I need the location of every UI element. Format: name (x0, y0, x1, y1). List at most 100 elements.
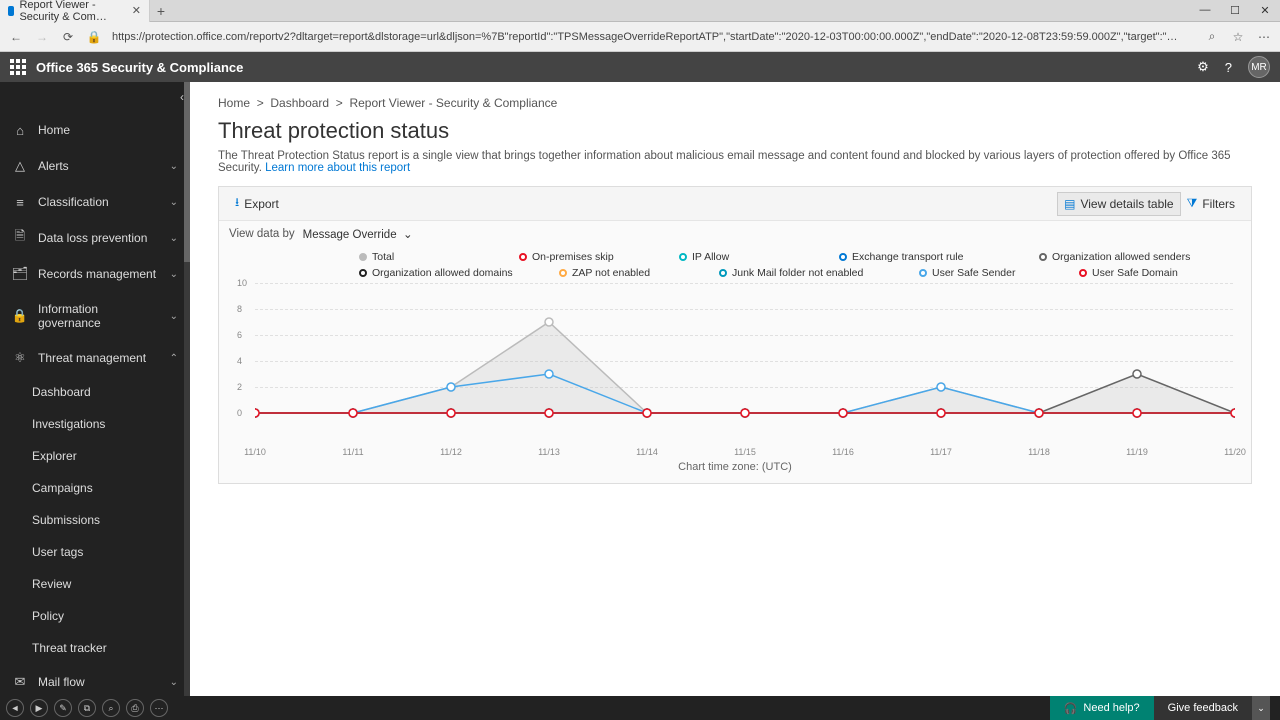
mail-icon: ✉ (12, 674, 28, 690)
chart-card: ⭳Export ▤View details table ⧩Filters Vie… (218, 186, 1252, 484)
sidebar-subitem-campaigns[interactable]: Campaigns (0, 472, 190, 504)
reader-icon[interactable]: ⌕ (1204, 29, 1220, 44)
breadcrumb: Home > Dashboard > Report Viewer - Secur… (218, 96, 1252, 110)
legend-item[interactable]: Total (359, 251, 489, 263)
sidebar-subitem-threat-tracker[interactable]: Threat tracker (0, 632, 190, 664)
home-icon: ⌂ (12, 122, 28, 138)
tab-title: Report Viewer - Security & Com… (19, 0, 126, 23)
filters-button[interactable]: ⧩Filters (1181, 192, 1241, 215)
legend-dot-icon (1039, 253, 1047, 261)
legend-dot-icon (359, 253, 367, 261)
y-tick-label: 0 (237, 408, 242, 418)
main-content: Home > Dashboard > Report Viewer - Secur… (190, 82, 1280, 696)
legend-item[interactable]: User Safe Domain (1079, 267, 1209, 279)
legend-item[interactable]: Exchange transport rule (839, 251, 1009, 263)
legend-dot-icon (839, 253, 847, 261)
view-details-button[interactable]: ▤View details table (1057, 192, 1181, 216)
sidebar-item-information-governance[interactable]: 🔒Information governance⌄ (0, 292, 190, 340)
close-tab-icon[interactable]: ✕ (132, 4, 141, 17)
learn-more-link[interactable]: Learn more about this report (265, 162, 410, 174)
chevron-up-icon: ⌃ (170, 353, 178, 364)
feedback-chevron-icon[interactable]: ⌄ (1252, 696, 1270, 720)
legend-item[interactable]: Organization allowed senders (1039, 251, 1209, 263)
legend-item[interactable]: On-premises skip (519, 251, 649, 263)
chevron-down-icon: ⌄ (170, 311, 178, 322)
sidebar-subitem-user-tags[interactable]: User tags (0, 536, 190, 568)
favorite-icon[interactable]: ☆ (1230, 30, 1246, 44)
nav-refresh-icon[interactable]: ⟳ (60, 30, 76, 44)
footer-copy-icon[interactable]: ⧉ (78, 699, 96, 717)
sidebar-subitem-dashboard[interactable]: Dashboard (0, 376, 190, 408)
chevron-down-icon: ⌄ (170, 233, 178, 244)
footer-more-icon[interactable]: ⋯ (150, 699, 168, 717)
legend-item[interactable]: ZAP not enabled (559, 267, 689, 279)
breadcrumb-dashboard[interactable]: Dashboard (270, 96, 329, 110)
sidebar-subitem-policy[interactable]: Policy (0, 600, 190, 632)
dlp-icon: 🗎 (12, 230, 28, 246)
view-by-label: View data by (229, 228, 295, 240)
lock-icon: 🔒 (12, 308, 28, 324)
window-minimize-icon[interactable]: — (1190, 4, 1220, 17)
view-by-dropdown[interactable]: Message Override ⌄ (303, 227, 413, 241)
export-button[interactable]: ⭳Export (229, 189, 285, 218)
footer-prev-icon[interactable]: ◄ (6, 699, 24, 717)
nav-forward-icon[interactable]: → (34, 30, 50, 44)
sidebar-item-classification[interactable]: ≡Classification⌄ (0, 184, 190, 220)
legend-item[interactable]: Junk Mail folder not enabled (719, 267, 889, 279)
sidebar-item-records-management[interactable]: 🗂Records management⌄ (0, 256, 190, 292)
new-tab-button[interactable]: + (150, 3, 172, 19)
legend-dot-icon (679, 253, 687, 261)
x-tick-label: 11/20 (1224, 447, 1246, 457)
legend-dot-icon (919, 269, 927, 277)
x-tick-label: 11/14 (636, 447, 658, 457)
browser-tab[interactable]: Report Viewer - Security & Com… ✕ (0, 0, 150, 22)
legend-dot-icon (519, 253, 527, 261)
y-tick-label: 8 (237, 304, 242, 314)
table-icon: ▤ (1064, 197, 1075, 211)
x-tick-label: 11/15 (734, 447, 756, 457)
sidebar-item-data-loss-prevention[interactable]: 🗎Data loss prevention⌄ (0, 220, 190, 256)
records-icon: 🗂 (12, 266, 28, 282)
sidebar-item-home[interactable]: ⌂Home (0, 112, 190, 148)
settings-icon[interactable]: ⚙ (1197, 59, 1209, 75)
legend-item[interactable]: User Safe Sender (919, 267, 1049, 279)
page-title: Threat protection status (218, 118, 1252, 144)
sidebar-subitem-submissions[interactable]: Submissions (0, 504, 190, 536)
browser-nav-bar: ← → ⟳ 🔒 https://protection.office.com/re… (0, 22, 1280, 52)
download-icon: ⭳ (235, 193, 239, 214)
sidebar-subitem-explorer[interactable]: Explorer (0, 440, 190, 472)
headset-icon: 🎧 (1064, 702, 1078, 715)
give-feedback-button[interactable]: Give feedback (1154, 696, 1252, 720)
x-tick-label: 11/19 (1126, 447, 1148, 457)
help-icon[interactable]: ? (1225, 60, 1232, 75)
footer-play-icon[interactable]: ▶ (30, 699, 48, 717)
browser-tab-strip: Report Viewer - Security & Com… ✕ + — ☐ … (0, 0, 1280, 22)
breadcrumb-home[interactable]: Home (218, 96, 250, 110)
footer-zoom-icon[interactable]: ⌕ (102, 699, 120, 717)
x-tick-label: 11/13 (538, 447, 560, 457)
sidebar-item-alerts[interactable]: △Alerts⌄ (0, 148, 190, 184)
window-close-icon[interactable]: ✕ (1250, 4, 1280, 17)
chevron-down-icon: ⌄ (170, 161, 178, 172)
sidebar-item-threat-management[interactable]: ⚛Threat management⌃ (0, 340, 190, 376)
chart-plot-area: 024681011/1011/1111/1211/1311/1411/1511/… (237, 283, 1233, 443)
footer-edit-icon[interactable]: ✎ (54, 699, 72, 717)
legend-item[interactable]: IP Allow (679, 251, 809, 263)
need-help-button[interactable]: 🎧Need help? (1050, 696, 1154, 720)
app-launcher-icon[interactable] (10, 59, 26, 75)
window-maximize-icon[interactable]: ☐ (1220, 4, 1250, 17)
threat-icon: ⚛ (12, 350, 28, 366)
sidebar-item-mail-flow[interactable]: ✉Mail flow⌄ (0, 664, 190, 696)
legend-dot-icon (719, 269, 727, 277)
legend-item[interactable]: Organization allowed domains (359, 267, 529, 279)
sidebar-subitem-review[interactable]: Review (0, 568, 190, 600)
favicon-icon (8, 6, 14, 16)
nav-back-icon[interactable]: ← (8, 30, 24, 44)
chart-legend: Total On-premises skip IP Allow Exchange tr… (219, 247, 1251, 279)
sidebar-subitem-investigations[interactable]: Investigations (0, 408, 190, 440)
chevron-down-icon: ⌄ (170, 269, 178, 280)
more-icon[interactable]: ⋯ (1256, 30, 1272, 44)
footer-print-icon[interactable]: ⎙ (126, 699, 144, 717)
address-bar[interactable]: https://protection.office.com/reportv2?d… (112, 31, 1194, 43)
user-avatar[interactable]: MR (1248, 56, 1270, 78)
